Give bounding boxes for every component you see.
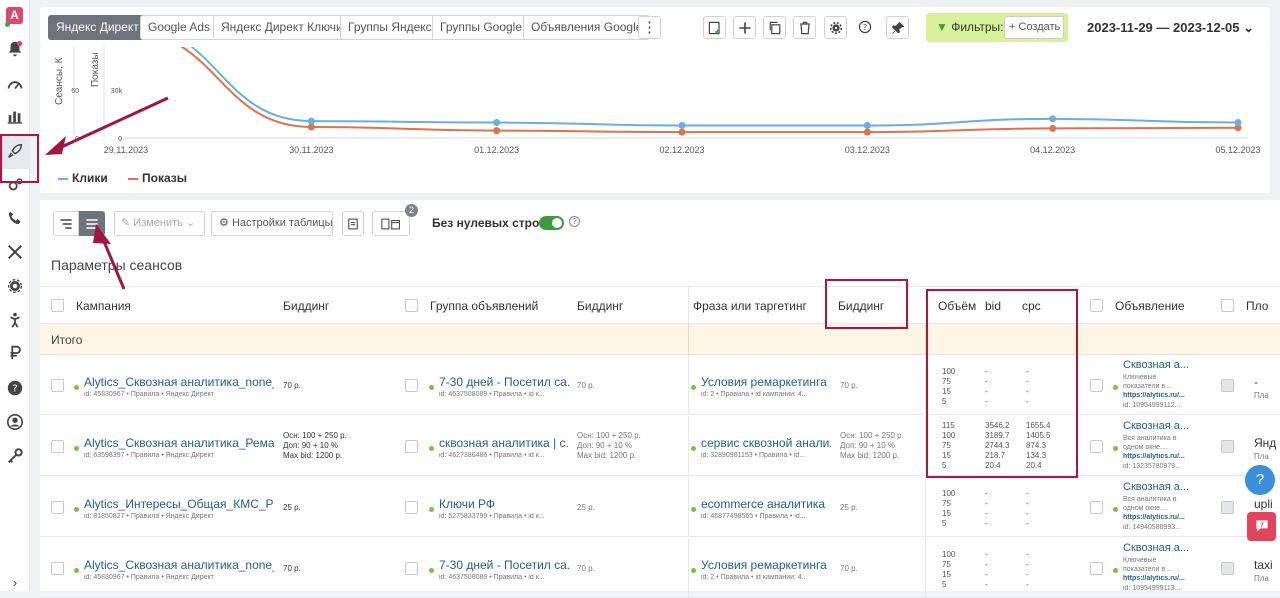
- annotation-arrows: [45, 96, 169, 290]
- svg-text:?: ?: [1260, 521, 1264, 529]
- arrowhead-view-button: [93, 224, 111, 244]
- floating-chat-button[interactable]: ?: [1247, 512, 1276, 541]
- arrow-to-sidebar: [54, 96, 169, 152]
- arrowhead-sidebar: [45, 136, 66, 155]
- floating-help-button[interactable]: ?: [1245, 465, 1275, 495]
